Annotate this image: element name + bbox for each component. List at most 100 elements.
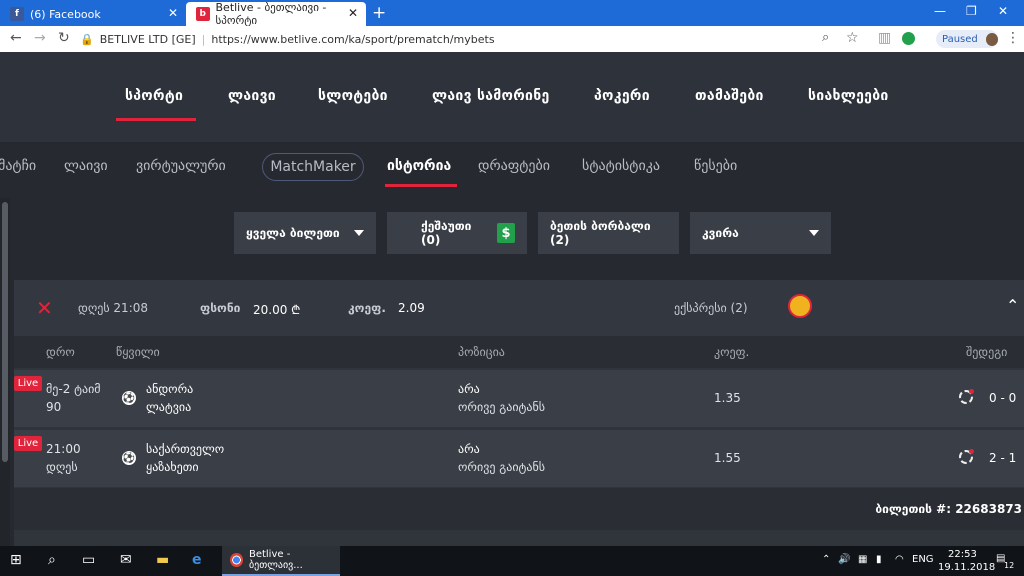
grammarly-icon[interactable] [902, 32, 915, 45]
ticket-footer: ბილეთის #: 22683873 [14, 488, 1024, 530]
chevron-down-icon [809, 230, 819, 236]
windows-start-icon[interactable]: ⊞ [10, 552, 22, 568]
nav-poker[interactable]: პოკერი [594, 88, 650, 104]
lost-status-icon: ✕ [36, 296, 53, 320]
row-coef: 1.35 [714, 391, 741, 405]
score: 0 - 0 [989, 391, 1017, 405]
restore-icon[interactable]: ❐ [966, 4, 977, 18]
tray-expand-icon[interactable]: ⌃ [822, 554, 830, 565]
in-progress-icon [959, 449, 974, 464]
close-tab-icon[interactable]: ✕ [348, 6, 358, 20]
clock-date[interactable]: 19.11.2018 [938, 562, 995, 573]
zoom-icon[interactable]: ⌕ [822, 30, 829, 45]
chevron-down-icon [354, 230, 364, 236]
stake-value: 20.00 ₾ [253, 303, 301, 317]
nav-live[interactable]: ლაივი [228, 88, 276, 104]
menu-kebab-icon[interactable]: ⋮ [1006, 30, 1020, 46]
subnav-match[interactable]: მატჩი [0, 158, 36, 174]
task-view-icon[interactable]: ▭ [82, 552, 95, 568]
battery-icon[interactable]: ▮ [876, 554, 882, 565]
subnav-virtual[interactable]: ვირტუალური [136, 158, 226, 174]
bet-builder-filter[interactable]: ბეთის ბორბალი (2) [538, 212, 679, 254]
subnav-live[interactable]: ლაივი [64, 158, 108, 174]
window-close-icon[interactable]: ✕ [998, 4, 1008, 18]
col-result: შედეგი [966, 345, 1008, 359]
ticket-number: ბილეთის #: 22683873 [875, 502, 1022, 516]
new-tab-icon[interactable]: + [372, 3, 386, 23]
market: ორივე გაიტანს [458, 460, 546, 474]
pick: არა [458, 442, 480, 456]
col-time: დრო [46, 345, 75, 359]
nav-games[interactable]: თამაშები [695, 88, 764, 104]
all-tickets-dropdown[interactable]: ყველა ბილეთი [234, 212, 376, 254]
team-away: ყაზახეთი [146, 460, 199, 474]
table-row[interactable]: Live მე-2 ტაიმ 90 ⚽ ანდორა ლატვია არა ორ… [14, 370, 1024, 427]
avatar [985, 32, 998, 46]
subnav-statistics[interactable]: სტატისტიკა [582, 158, 660, 174]
subnav-history[interactable]: ისტორია [387, 158, 451, 174]
folder-icon[interactable]: ▬ [156, 552, 169, 568]
betlive-icon: b [196, 7, 210, 21]
network-icon[interactable]: ▦ [858, 554, 867, 565]
chevron-up-icon[interactable]: ⌃ [1006, 296, 1019, 315]
close-tab-icon[interactable]: ✕ [168, 6, 178, 20]
tab-facebook[interactable]: f (6) Facebook ✕ [0, 2, 186, 26]
nav-sport[interactable]: სპორტი [125, 88, 183, 104]
card-bottom [14, 530, 1024, 546]
nav-news[interactable]: სიახლეები [808, 88, 889, 104]
market: ორივე გაიტანს [458, 400, 546, 414]
language-indicator[interactable]: ENG [912, 554, 934, 565]
subnav-matchmaker[interactable]: MatchMaker [262, 153, 364, 181]
period-dropdown[interactable]: კვირა [690, 212, 831, 254]
nav-live-casino[interactable]: ლაივ სამორინე [432, 88, 550, 104]
football-icon: ⚽ [122, 391, 136, 405]
taskbar: ⊞ ⌕ ▭ ✉ ▬ e ⌃ 🔊 ▦ ▮ ◠ ENG 22:53 19.11.20… [0, 546, 1024, 576]
back-icon[interactable]: ← [10, 30, 22, 46]
column-header-row: დრო წყვილი პოზიცია კოეფ. შედეგი [14, 336, 1024, 368]
row-time: 21:00 [46, 442, 81, 456]
table-row[interactable]: Live 21:00 დღეს ⚽ საქართველო ყაზახეთი არ… [14, 430, 1024, 487]
team-home: ანდორა [146, 382, 194, 396]
active-subnav-indicator [385, 184, 457, 187]
tab-betlive[interactable]: b Betlive - ბეთლაივი - სპორტი ✕ [186, 1, 366, 27]
pick: არა [458, 382, 480, 396]
tab-label: (6) Facebook [30, 7, 101, 21]
sub-navigation: მატჩი ლაივი ვირტუალური ისტორია დრაფტები … [0, 142, 1024, 198]
site-header: სპორტი ლაივი სლოტები ლაივ სამორინე პოკერ… [0, 52, 1024, 142]
nav-slots[interactable]: სლოტები [318, 88, 388, 104]
subnav-drafts[interactable]: დრაფტები [478, 158, 550, 174]
reload-icon[interactable]: ↻ [58, 30, 70, 46]
clock-time[interactable]: 22:53 [948, 549, 977, 560]
volume-icon[interactable]: 🔊 [838, 554, 850, 565]
address-bar: ← → ↻ 🔒 BETLIVE LTD [GE] | https://www.b… [0, 26, 1024, 53]
bet-card-header[interactable]: ✕ დღეს 21:08 ფსონი 20.00 ₾ კოეფ. 2.09 ექ… [14, 280, 1024, 336]
lock-icon: 🔒 [80, 32, 94, 46]
col-event: წყვილი [116, 345, 160, 359]
forward-icon[interactable]: → [34, 30, 46, 46]
bet-type: ექსპრესი (2) [674, 301, 748, 315]
extension-icon[interactable]: ▥ [878, 30, 891, 46]
cash-icon: $ [497, 223, 515, 243]
bet-date: დღეს 21:08 [78, 301, 149, 315]
taskbar-chrome-button[interactable]: Betlive - ბეთლაივ... [222, 546, 340, 576]
chrome-icon [230, 553, 243, 567]
profile-paused-button[interactable]: Paused [936, 30, 998, 48]
stake-label: ფსონი [200, 301, 241, 315]
team-away: ლატვია [146, 400, 192, 414]
cashout-filter[interactable]: ქეშაუთი (0) $ [387, 212, 527, 254]
minimize-icon[interactable]: — [934, 4, 946, 18]
subnav-rules[interactable]: წესები [694, 158, 737, 174]
bookmark-star-icon[interactable]: ☆ [846, 30, 859, 46]
search-icon[interactable]: ⌕ [48, 552, 56, 568]
score: 2 - 1 [989, 451, 1017, 465]
in-progress-icon [959, 389, 974, 404]
edge-icon[interactable]: e [192, 552, 202, 568]
mail-icon[interactable]: ✉ [120, 552, 132, 568]
row-time: მე-2 ტაიმ [46, 382, 101, 396]
wifi-icon[interactable]: ◠ [895, 554, 904, 565]
football-icon: ⚽ [122, 451, 136, 465]
row-coef: 1.55 [714, 451, 741, 465]
url-field[interactable]: 🔒 BETLIVE LTD [GE] | https://www.betlive… [80, 29, 868, 49]
active-nav-indicator [116, 118, 196, 121]
scrollbar-thumb[interactable] [2, 202, 8, 462]
